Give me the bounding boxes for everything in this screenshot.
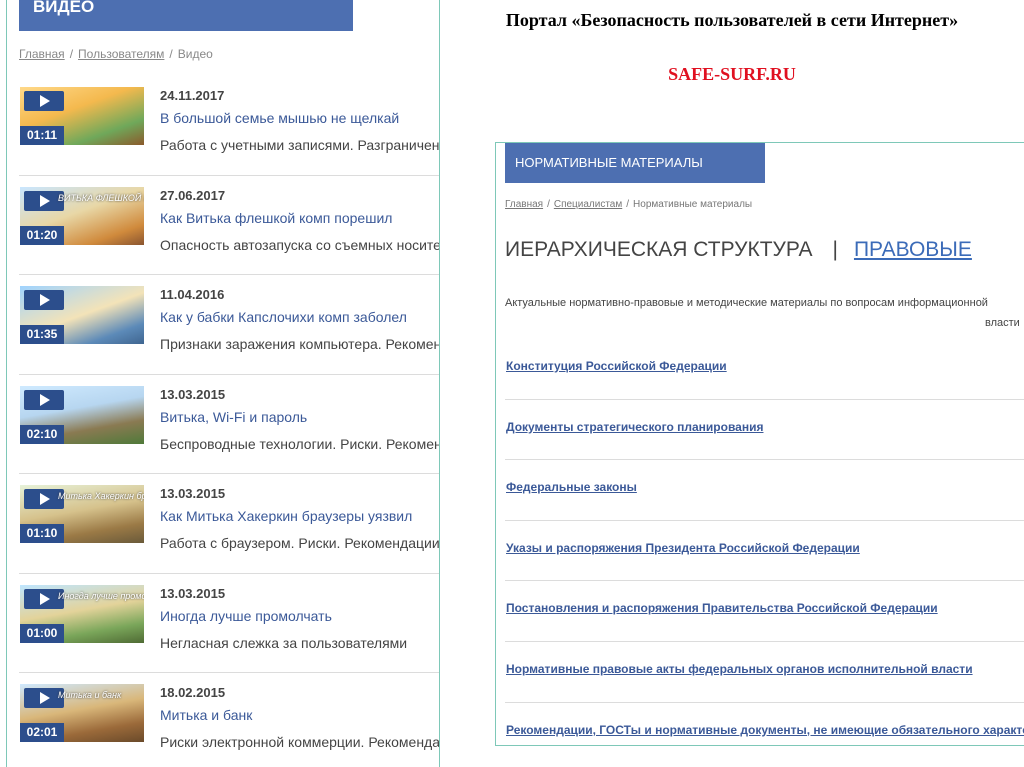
video-description: Риски электронной коммерции. Рекомендаци… <box>160 734 440 750</box>
breadcrumb-users-link[interactable]: Пользователям <box>78 47 164 61</box>
video-duration: 01:35 <box>20 325 64 344</box>
document-link[interactable]: Рекомендации, ГОСТы и нормативные докуме… <box>506 723 1024 737</box>
video-item: ВИТЬКА ФЛЕШКОЙ ПОРЕШИЛ 01:20 27.06.2017 … <box>19 176 440 275</box>
breadcrumb-specialists-link[interactable]: Специалистам <box>554 199 622 210</box>
thumbnail-caption: Митька и банк <box>58 690 122 700</box>
video-item: Митька и банк 02:01 18.02.2015 Митька и … <box>19 673 440 767</box>
video-section-header: ВИДЕО <box>19 0 353 31</box>
video-list: 01:11 24.11.2017 В большой семье мышью н… <box>19 76 440 767</box>
intro-text-continued: власти <box>985 317 1020 329</box>
thumbnail-caption: Митька Хакеркин браузеры уязвил <box>58 491 144 501</box>
breadcrumb-home-link[interactable]: Главная <box>505 199 543 210</box>
list-item: Рекомендации, ГОСТы и нормативные докуме… <box>505 703 1024 745</box>
video-title-link[interactable]: Как у бабки Капслочихи комп заболел <box>160 309 407 325</box>
document-list: Конституция Российской Федерации Докумен… <box>505 339 1024 745</box>
video-thumbnail[interactable]: 02:10 <box>20 385 144 444</box>
video-header-label: ВИДЕО <box>33 0 95 16</box>
video-title-link[interactable]: Иногда лучше промолчать <box>160 608 332 624</box>
document-link[interactable]: Нормативные правовые акты федеральных ор… <box>506 662 973 676</box>
breadcrumb-current: Нормативные материалы <box>633 199 753 210</box>
video-item: Митька Хакеркин браузеры уязвил 01:10 13… <box>19 474 440 574</box>
list-item: Нормативные правовые акты федеральных ор… <box>505 642 1024 703</box>
video-thumbnail[interactable]: Митька и банк 02:01 <box>20 684 144 742</box>
title-separator: | <box>832 238 838 261</box>
video-duration: 01:10 <box>20 524 64 543</box>
play-icon[interactable] <box>24 389 64 410</box>
breadcrumb: Главная / Пользователям / Видео <box>19 47 213 61</box>
video-description: Опасность автозапуска со съемных носител… <box>160 236 440 253</box>
document-link[interactable]: Документы стратегического планирования <box>506 420 763 434</box>
video-item: Иногда лучше промолчать 01:00 13.03.2015… <box>19 574 439 673</box>
video-thumbnail[interactable]: 01:35 <box>20 286 144 344</box>
video-date: 18.02.2015 <box>160 685 226 700</box>
video-description: Негласная слежка за пользователями <box>160 634 408 651</box>
video-description: Работа с учетными записями. Разграничени… <box>160 137 440 153</box>
normative-section-header: НОРМАТИВНЫЕ МАТЕРИАЛЫ <box>505 143 765 183</box>
video-duration: 01:00 <box>20 623 64 643</box>
list-item: Документы стратегического планирования <box>505 400 1024 461</box>
video-title-link[interactable]: В большой семье мышью не щелкай <box>160 110 399 126</box>
site-name: SAFE-SURF.RU <box>668 64 796 84</box>
video-title-link[interactable]: Как Митька Хакеркин браузеры уязвил <box>160 508 412 524</box>
video-date: 27.06.2017 <box>160 187 226 203</box>
video-date: 13.03.2015 <box>160 585 226 601</box>
video-duration: 01:20 <box>20 225 64 245</box>
video-thumbnail[interactable]: Иногда лучше промолчать 01:00 <box>20 584 144 643</box>
list-item: Конституция Российской Федерации <box>505 339 1024 400</box>
video-description: Работа с браузером. Риски. Рекомендации <box>160 535 440 551</box>
list-item: Постановления и распоряжения Правительст… <box>505 581 1024 642</box>
video-title-link[interactable]: Митька и банк <box>160 707 252 723</box>
document-link[interactable]: Постановления и распоряжения Правительст… <box>506 601 938 615</box>
title-main: ИЕРАРХИЧЕСКАЯ СТРУКТУРА <box>505 238 813 261</box>
video-date: 11.04.2016 <box>160 287 225 302</box>
video-title-link[interactable]: Как Витька флешкой комп порешил <box>160 210 392 226</box>
video-thumbnail[interactable]: ВИТЬКА ФЛЕШКОЙ ПОРЕШИЛ 01:20 <box>20 186 144 245</box>
breadcrumb-home-link[interactable]: Главная <box>19 47 65 61</box>
thumbnail-caption: ВИТЬКА ФЛЕШКОЙ ПОРЕШИЛ <box>58 192 144 203</box>
video-duration: 02:10 <box>20 424 64 444</box>
breadcrumb-current: Видео <box>177 47 213 61</box>
breadcrumb: Главная / Специалистам / Нормативные материа… <box>505 199 753 210</box>
document-link[interactable]: Конституция Российской Федерации <box>506 359 727 373</box>
video-title-link[interactable]: Витька, Wi-Fi и пароль <box>160 409 307 425</box>
video-item: 02:10 13.03.2015 Витька, Wi-Fi и пароль … <box>19 375 439 474</box>
page-title: ИЕРАРХИЧЕСКАЯ СТРУКТУРА | ПРАВОВЫЕ <box>505 238 972 262</box>
list-item: Федеральные законы <box>505 460 1024 521</box>
video-date: 13.03.2015 <box>160 486 226 501</box>
portal-title: Портал «Безопасность пользователей в сет… <box>505 10 959 30</box>
document-link[interactable]: Указы и распоряжения Президента Российск… <box>506 541 860 555</box>
play-icon[interactable] <box>24 91 64 111</box>
video-panel: ВИДЕО Главная / Пользователям / Видео 01:11 … <box>6 0 440 767</box>
video-item: 01:11 24.11.2017 В большой семье мышью н… <box>19 76 440 176</box>
title-legal-link[interactable]: ПРАВОВЫЕ <box>854 238 972 261</box>
video-thumbnail[interactable]: 01:11 <box>20 87 144 145</box>
thumbnail-caption: Иногда лучше промолчать <box>58 590 144 601</box>
video-date: 13.03.2015 <box>160 386 226 402</box>
video-description: Признаки заражения компьютера. Рекоменда… <box>160 336 439 352</box>
document-link[interactable]: Федеральные законы <box>506 480 637 494</box>
video-thumbnail[interactable]: Митька Хакеркин браузеры уязвил 01:10 <box>20 485 144 543</box>
intro-text: Актуальные нормативно-правовые и методич… <box>505 297 988 309</box>
video-description: Беспроводные технологии. Риски. Рекоменд… <box>160 435 439 452</box>
video-date: 24.11.2017 <box>160 88 225 103</box>
normative-panel: НОРМАТИВНЫЕ МАТЕРИАЛЫ Главная / Специалист… <box>495 142 1024 746</box>
video-duration: 02:01 <box>20 723 64 742</box>
video-duration: 01:11 <box>20 126 64 145</box>
list-item: Указы и распоряжения Президента Российск… <box>505 521 1024 582</box>
video-item: 01:35 11.04.2016 Как у бабки Капслочихи … <box>19 275 439 375</box>
play-icon[interactable] <box>24 290 64 310</box>
